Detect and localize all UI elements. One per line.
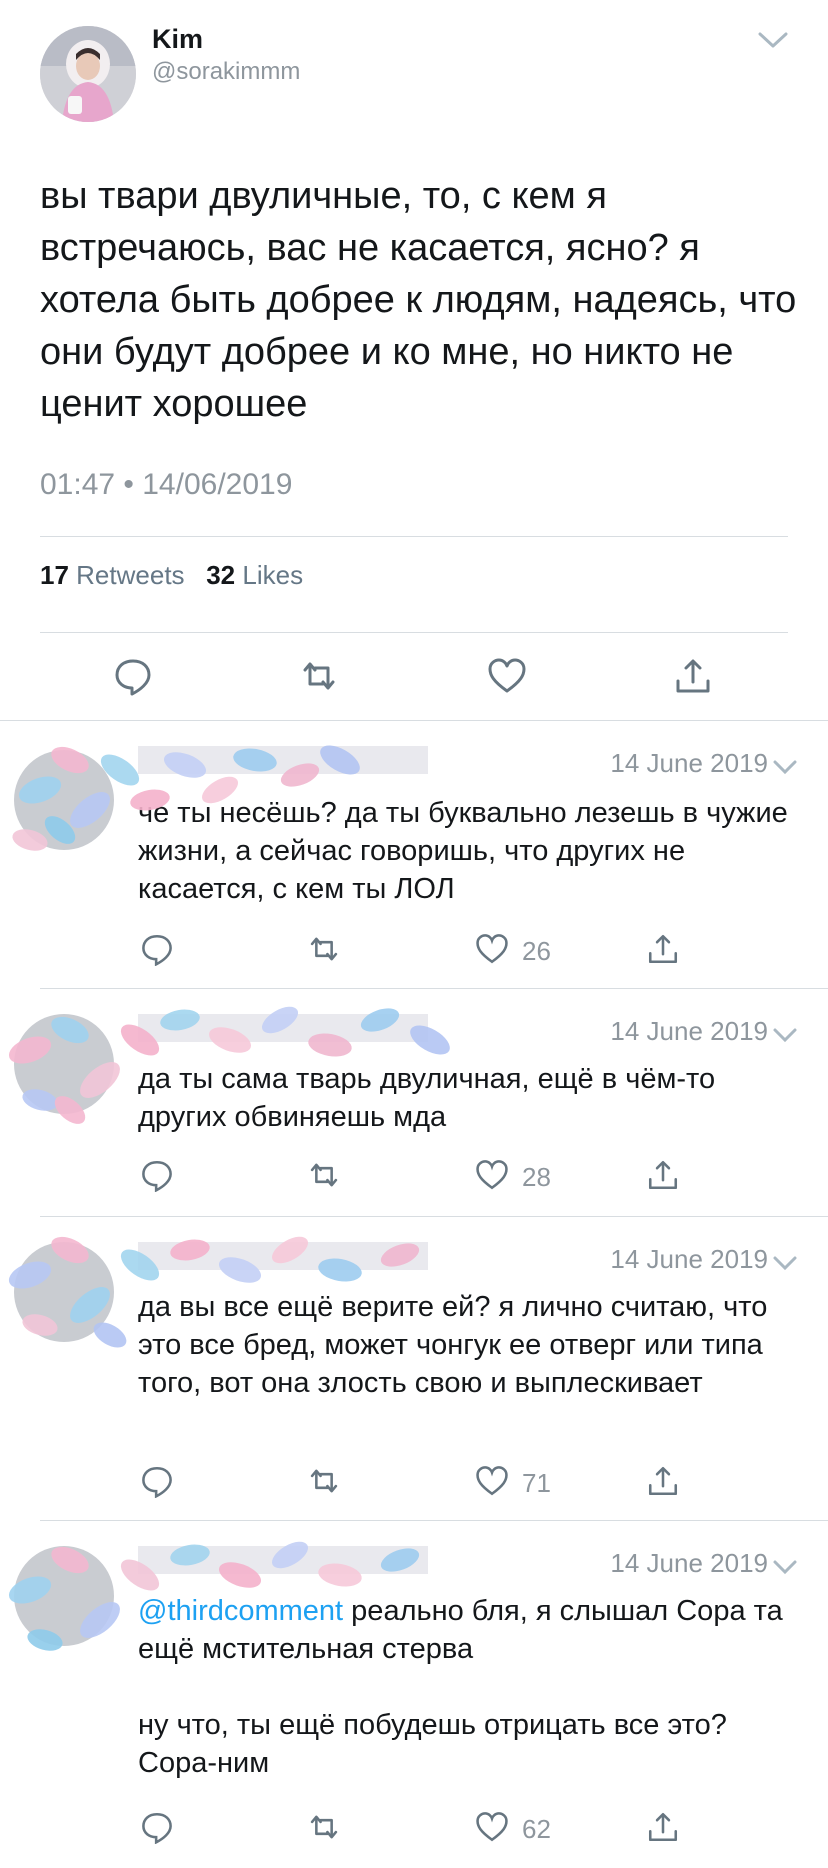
tweet-timestamp[interactable]: 01:47 • 14/06/2019	[40, 468, 292, 502]
retweet-icon[interactable]	[299, 656, 339, 696]
reply-item[interactable]: 14 June 2019 да ты сама тварь двуличная,…	[0, 988, 828, 1216]
like-icon[interactable]	[487, 656, 527, 696]
chevron-down-icon[interactable]	[772, 758, 798, 776]
retweet-icon[interactable]	[307, 1464, 341, 1498]
share-icon[interactable]	[646, 1810, 680, 1844]
reply-icon[interactable]	[113, 656, 153, 696]
share-icon[interactable]	[646, 932, 680, 966]
reply-item[interactable]: 14 June 2019 че ты несёшь? да ты букваль…	[0, 720, 828, 988]
share-icon[interactable]	[673, 656, 713, 696]
share-icon[interactable]	[646, 1158, 680, 1192]
share-icon[interactable]	[646, 1464, 680, 1498]
like-icon[interactable]	[475, 932, 509, 966]
reply-icon[interactable]	[140, 1810, 174, 1845]
reply-text: да вы все ещё верите ей? я лично считаю,…	[138, 1291, 776, 1399]
retweet-icon[interactable]	[307, 1810, 341, 1844]
reply-date[interactable]: 14 June 2019	[610, 748, 768, 779]
like-icon[interactable]	[475, 1810, 509, 1844]
tweet-stats[interactable]: 17 Retweets 32 Likes	[40, 560, 303, 591]
reply-text: че ты несёшь? да ты буквально лезешь в ч…	[138, 797, 796, 905]
reply-author[interactable]	[138, 746, 428, 774]
chevron-down-icon[interactable]	[772, 1026, 798, 1044]
reply-author[interactable]	[138, 1546, 428, 1574]
tweet-text: вы твари двуличные, то, с кем я встречаю…	[40, 175, 797, 425]
reply-avatar[interactable]	[14, 1546, 114, 1646]
reply-icon[interactable]	[140, 1464, 174, 1499]
reply-avatar[interactable]	[14, 750, 114, 850]
author-name[interactable]: Kim	[152, 24, 203, 55]
like-icon[interactable]	[475, 1464, 509, 1498]
likes-label: Likes	[242, 560, 304, 590]
likes-count: 32	[206, 560, 236, 590]
retweets-label: Retweets	[76, 560, 185, 590]
main-avatar[interactable]	[40, 26, 136, 122]
like-icon[interactable]	[475, 1158, 509, 1192]
mention-link[interactable]: @thirdcomment	[138, 1595, 343, 1627]
reply-icon[interactable]	[140, 1158, 174, 1193]
reply-author[interactable]	[138, 1242, 428, 1270]
reply-item[interactable]: 14 June 2019 @thirdcomment реально бля, …	[0, 1520, 828, 1868]
like-count: 26	[522, 936, 551, 966]
reply-date[interactable]: 14 June 2019	[610, 1016, 768, 1047]
reply-avatar[interactable]	[14, 1014, 114, 1114]
chevron-down-icon[interactable]	[772, 1558, 798, 1576]
reply-item[interactable]: 14 June 2019 да вы все ещё верите ей? я …	[0, 1216, 828, 1520]
retweet-icon[interactable]	[307, 1158, 341, 1192]
reply-date[interactable]: 14 June 2019	[610, 1244, 768, 1275]
reply-text: @thirdcomment реально бля, я слышал Сора…	[138, 1592, 798, 1782]
chevron-down-icon[interactable]	[756, 28, 790, 52]
retweet-icon[interactable]	[307, 932, 341, 966]
reply-author[interactable]	[138, 1014, 428, 1042]
divider	[40, 536, 788, 537]
retweets-count: 17	[40, 560, 69, 590]
reply-text: да ты сама тварь двуличная, ещё в чём-то…	[138, 1063, 724, 1133]
author-handle[interactable]: @sorakimmm	[152, 58, 300, 86]
divider	[40, 632, 788, 633]
reply-icon[interactable]	[140, 932, 174, 967]
like-count: 71	[522, 1468, 551, 1498]
like-count: 28	[522, 1162, 551, 1192]
like-count: 62	[522, 1814, 551, 1844]
reply-avatar[interactable]	[14, 1242, 114, 1342]
reply-date[interactable]: 14 June 2019	[610, 1548, 768, 1579]
chevron-down-icon[interactable]	[772, 1254, 798, 1272]
